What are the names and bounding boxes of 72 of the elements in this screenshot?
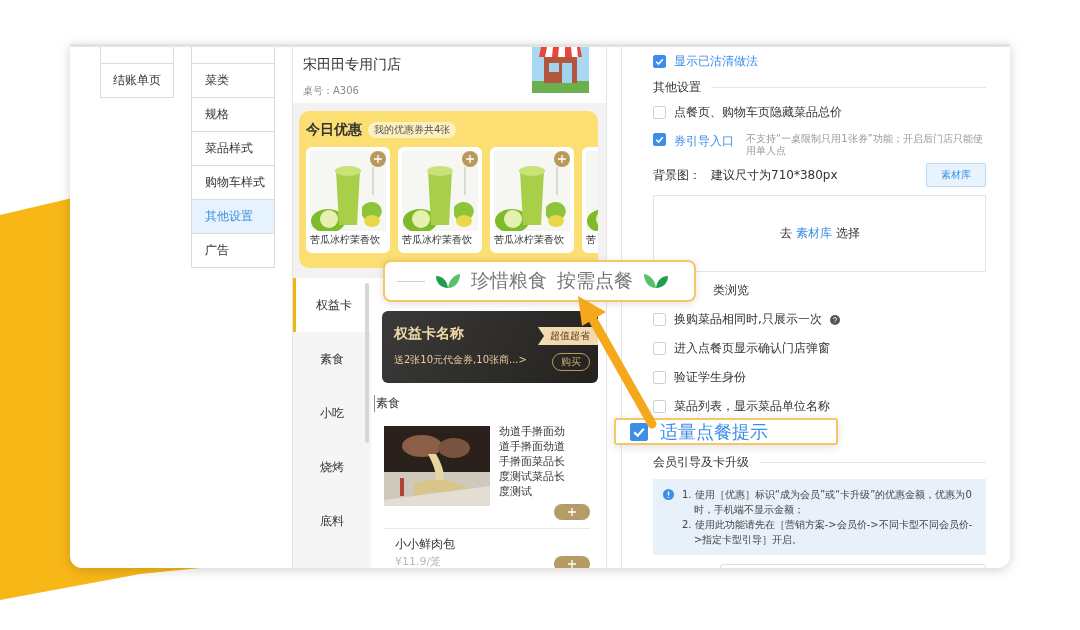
slogan-text: 按需点餐 <box>557 268 633 293</box>
leaf-icon <box>435 273 461 289</box>
menu-item[interactable] <box>191 47 275 64</box>
product-card[interactable]: 苦 <box>582 147 598 253</box>
product-card[interactable]: 苦瓜冰柠茉香饮 <box>306 147 390 253</box>
product-name: 苦瓜冰柠茉香饮 <box>310 233 380 247</box>
product-name: 苦 <box>586 233 596 247</box>
section-title: 素食 <box>374 395 598 412</box>
category-tab[interactable]: 权益卡 <box>293 278 371 332</box>
option-label: 点餐页、购物车页隐藏菜品总价 <box>674 104 842 121</box>
value-tag: 超值超省 <box>538 327 598 345</box>
slogan-text: 珍惜粮食 <box>471 268 547 293</box>
product-card[interactable]: 苦瓜冰柠茉香饮 <box>490 147 574 253</box>
checkbox[interactable] <box>653 313 666 326</box>
menu-item[interactable]: 广告 <box>191 234 275 268</box>
menu-item[interactable]: 购物车样式 <box>191 166 275 200</box>
plus-icon <box>568 508 576 516</box>
table-number: 桌号：A306 <box>303 84 360 98</box>
option-label: 进入点餐页显示确认门店弹窗 <box>674 340 830 357</box>
checkbox[interactable] <box>653 106 666 119</box>
info-text: 1. 使用［优惠］标识“成为会员”或“卡升级”的优惠金额，优惠为0时，手机端不显示金额； <box>682 488 973 517</box>
info-text: 2. 使用此功能请先在［营销方案->会员价->不同卡型不同会员价->指定卡型引导］开启。 <box>682 518 974 547</box>
section-title: 会员引导及卡升级 <box>653 453 749 471</box>
menu-item[interactable]: 规格 <box>191 98 275 132</box>
plus-icon <box>568 560 576 568</box>
leaf-icon <box>643 273 669 289</box>
checkbox[interactable] <box>653 371 666 384</box>
checkbox[interactable] <box>653 55 666 68</box>
benefit-card[interactable]: 权益卡名称 超值超省 送2张10元代金券,10张商...> 购买 <box>382 311 598 383</box>
image-dropzone[interactable]: 去 素材库 选择 <box>653 195 986 272</box>
category-tab[interactable]: 素食 <box>293 332 371 386</box>
dish-name: 劲道手擀面劲道手擀面劲道手擀面菜品长度测试菜品长度测试 <box>499 424 566 499</box>
dish-name: 小小鲜肉包 <box>395 536 455 553</box>
section-title: 其他设置 <box>653 78 701 96</box>
option-label: 类浏览 <box>713 282 749 299</box>
field-label: 背景图： <box>653 166 701 184</box>
plus-icon <box>374 155 382 163</box>
plus-icon <box>558 155 566 163</box>
material-library-link[interactable]: 素材库 <box>795 225 832 242</box>
menu-item[interactable] <box>100 47 174 64</box>
checkbox[interactable] <box>653 342 666 355</box>
coupon-badge[interactable]: 我的优惠券共4张 <box>368 122 457 138</box>
checkbox[interactable] <box>630 422 648 441</box>
option-label: 换购菜品相同时,只展示一次 <box>674 311 822 328</box>
plus-icon <box>466 155 474 163</box>
highlight-label: 适量点餐提示 <box>660 419 768 444</box>
category-tab[interactable]: 底料 <box>293 494 371 548</box>
product-name: 苦瓜冰柠茉香饮 <box>402 233 472 247</box>
menu-item[interactable]: 结账单页 <box>100 64 174 98</box>
option-label: 显示已沽清做法 <box>674 53 758 70</box>
dropzone-text: 去 <box>779 225 792 242</box>
checkbox[interactable] <box>653 400 666 413</box>
store-name: 宋田田专用门店 <box>303 56 401 74</box>
add-button[interactable] <box>554 504 590 520</box>
checkbox[interactable] <box>653 133 666 146</box>
dropzone-text: 选择 <box>835 225 860 242</box>
product-card[interactable]: 苦瓜冰柠茉香饮 <box>398 147 482 253</box>
option-label: 菜品列表，显示菜品单位名称 <box>674 398 830 415</box>
card-title: 权益卡名称 <box>394 325 464 343</box>
category-tab[interactable]: 小吃 <box>293 386 371 440</box>
card-description: 送2张10元代金券,10张商...> <box>394 353 527 367</box>
dish-price: ¥11.9/笼 <box>395 554 442 568</box>
add-button[interactable] <box>554 556 590 568</box>
menu-item[interactable]: 菜品样式 <box>191 132 275 166</box>
category-tab[interactable]: 烧烤 <box>293 440 371 494</box>
size-hint: 建议尺寸为710*380px <box>711 166 838 184</box>
deals-title: 今日优惠 <box>306 121 362 139</box>
product-name: 苦瓜冰柠茉香饮 <box>494 233 564 247</box>
menu-item[interactable]: 菜类 <box>191 64 275 98</box>
info-icon <box>663 489 674 500</box>
option-label: 券引导入口 <box>674 133 734 150</box>
option-label: 验证学生身份 <box>674 369 746 386</box>
